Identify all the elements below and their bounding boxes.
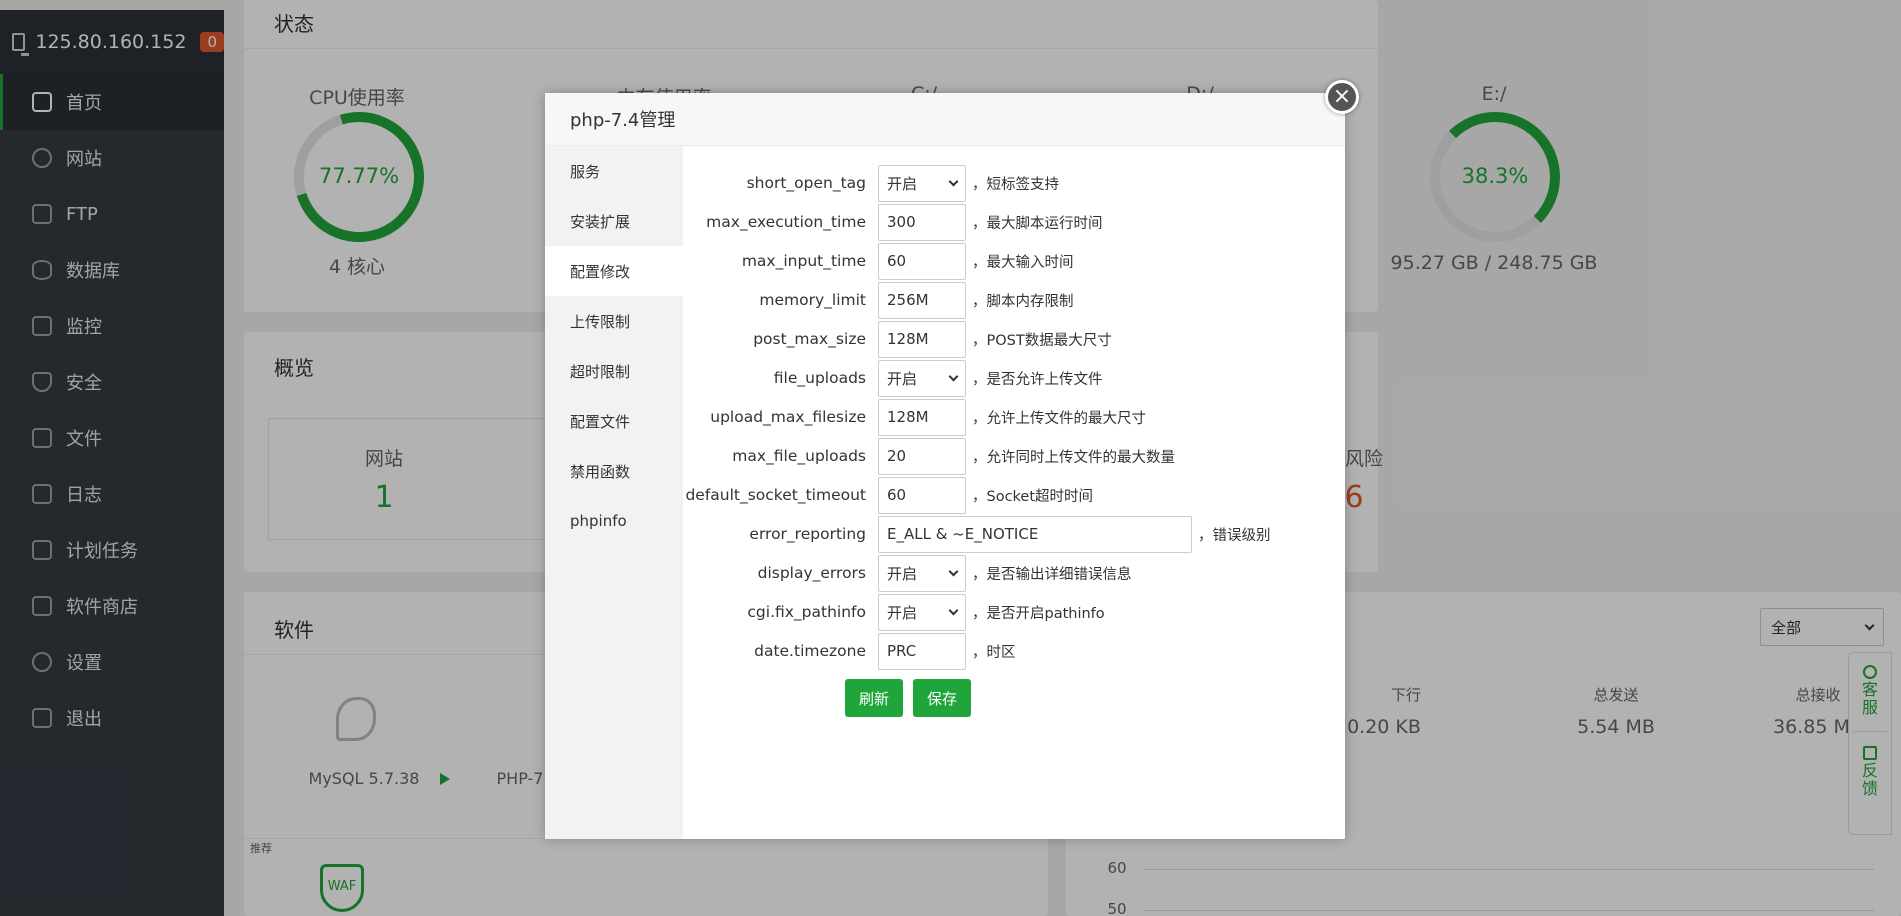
config-row: short_open_tag 开启 ，短标签支持 — [683, 164, 1059, 202]
nav-config-file[interactable]: 配置文件 — [545, 396, 683, 446]
config-desc: ，是否开启pathinfo — [972, 605, 1105, 622]
cgi-fix-pathinfo-select[interactable]: 开启 — [878, 593, 966, 631]
upload-max-filesize-input[interactable]: 128M — [878, 398, 966, 436]
config-label: memory_limit — [759, 291, 866, 309]
close-icon[interactable]: × — [1325, 80, 1359, 114]
config-desc: ，允许上传文件的最大尺寸 — [972, 410, 1146, 427]
config-row: display_errors 开启 ，是否输出详细错误信息 — [683, 554, 1132, 592]
config-label: cgi.fix_pathinfo — [747, 603, 866, 621]
config-desc: ，是否输出详细错误信息 — [972, 566, 1132, 583]
config-row: max_file_uploads 20 ，允许同时上传文件的最大数量 — [683, 437, 1175, 475]
chevron-down-icon — [948, 176, 959, 186]
config-row: max_execution_time 300 ，最大脚本运行时间 — [683, 203, 1103, 241]
max-execution-time-input[interactable]: 300 — [878, 203, 966, 241]
post-max-size-input[interactable]: 128M — [878, 320, 966, 358]
config-row: cgi.fix_pathinfo 开启 ，是否开启pathinfo — [683, 593, 1105, 631]
memory-limit-input[interactable]: 256M — [878, 281, 966, 319]
config-row: date.timezone PRC ，时区 — [683, 632, 1016, 670]
select-value: 开启 — [887, 369, 918, 388]
config-desc: ，脚本内存限制 — [972, 293, 1074, 310]
config-label: date.timezone — [754, 642, 866, 660]
config-desc: ，时区 — [972, 644, 1016, 661]
config-label: max_execution_time — [706, 213, 866, 231]
nav-phpinfo[interactable]: phpinfo — [545, 496, 683, 546]
error-reporting-input[interactable]: E_ALL & ~E_NOTICE — [878, 515, 1192, 553]
config-desc: ，短标签支持 — [972, 176, 1059, 193]
nav-service[interactable]: 服务 — [545, 146, 683, 196]
config-label: error_reporting — [749, 525, 866, 543]
short-open-tag-select[interactable]: 开启 — [878, 164, 966, 202]
config-desc: ，错误级别 — [1198, 527, 1271, 544]
dialog-nav: 服务 安装扩展 配置修改 上传限制 超时限制 配置文件 禁用函数 phpinfo — [545, 146, 683, 839]
dialog-title: php-7.4管理 — [545, 93, 1345, 146]
max-file-uploads-input[interactable]: 20 — [878, 437, 966, 475]
config-row: max_input_time 60 ，最大输入时间 — [683, 242, 1074, 280]
config-row: error_reporting E_ALL & ~E_NOTICE ，错误级别 — [683, 515, 1271, 553]
nav-timeout-limit[interactable]: 超时限制 — [545, 346, 683, 396]
config-label: max_input_time — [741, 252, 866, 270]
config-form: short_open_tag 开启 ，短标签支持 max_execution_t… — [683, 146, 1345, 839]
config-row: post_max_size 128M ，POST数据最大尺寸 — [683, 320, 1112, 358]
display-errors-select[interactable]: 开启 — [878, 554, 966, 592]
config-label: file_uploads — [773, 369, 866, 387]
config-desc: ，POST数据最大尺寸 — [972, 332, 1112, 349]
config-desc: ，允许同时上传文件的最大数量 — [972, 449, 1175, 466]
nav-disabled-functions[interactable]: 禁用函数 — [545, 446, 683, 496]
select-value: 开启 — [887, 564, 918, 583]
nav-install-extension[interactable]: 安装扩展 — [545, 196, 683, 246]
config-desc: ，是否允许上传文件 — [972, 371, 1103, 388]
chevron-down-icon — [948, 566, 959, 576]
select-value: 开启 — [887, 603, 918, 622]
config-label: short_open_tag — [746, 174, 866, 192]
nav-upload-limit[interactable]: 上传限制 — [545, 296, 683, 346]
config-desc: ，最大脚本运行时间 — [972, 215, 1103, 232]
save-button[interactable]: 保存 — [913, 679, 971, 717]
config-row: memory_limit 256M ，脚本内存限制 — [683, 281, 1074, 319]
config-label: default_socket_timeout — [685, 486, 866, 504]
config-label: upload_max_filesize — [710, 408, 866, 426]
config-desc: ，最大输入时间 — [972, 254, 1074, 271]
config-row: file_uploads 开启 ，是否允许上传文件 — [683, 359, 1103, 397]
default-socket-timeout-input[interactable]: 60 — [878, 476, 966, 514]
config-label: post_max_size — [753, 330, 866, 348]
file-uploads-select[interactable]: 开启 — [878, 359, 966, 397]
date-timezone-input[interactable]: PRC — [878, 632, 966, 670]
select-value: 开启 — [887, 174, 918, 193]
config-row: default_socket_timeout 60 ，Socket超时时间 — [683, 476, 1093, 514]
config-label: display_errors — [757, 564, 866, 582]
config-row: upload_max_filesize 128M ，允许上传文件的最大尺寸 — [683, 398, 1146, 436]
config-label: max_file_uploads — [732, 447, 866, 465]
chevron-down-icon — [948, 605, 959, 615]
refresh-button[interactable]: 刷新 — [845, 679, 903, 717]
php-manage-dialog: php-7.4管理 服务 安装扩展 配置修改 上传限制 超时限制 配置文件 禁用… — [545, 93, 1345, 839]
chevron-down-icon — [948, 371, 959, 381]
nav-config-modify[interactable]: 配置修改 — [545, 246, 683, 296]
max-input-time-input[interactable]: 60 — [878, 242, 966, 280]
config-desc: ，Socket超时时间 — [972, 488, 1094, 505]
